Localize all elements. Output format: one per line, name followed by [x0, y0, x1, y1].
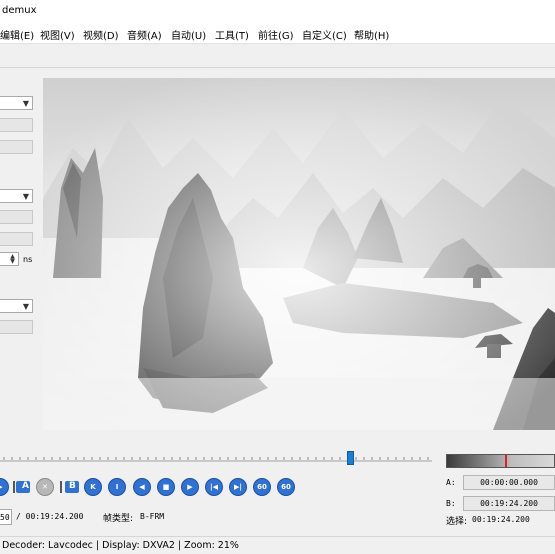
marker-a-label: A:: [446, 478, 456, 487]
menu-tools[interactable]: 工具(T): [215, 27, 249, 42]
current-time-input[interactable]: 50: [0, 509, 12, 525]
spin-unit-label: ns: [23, 255, 33, 264]
menu-edit[interactable]: 编辑(E): [0, 27, 34, 42]
marker-b-time: 00:19:24.200: [463, 496, 555, 511]
landscape-image: [43, 78, 555, 430]
chevron-down-icon: ▼: [22, 99, 29, 108]
prev-intra-icon[interactable]: I: [108, 478, 126, 496]
total-time: / 00:19:24.200: [16, 512, 84, 521]
menu-go[interactable]: 前往(G): [258, 27, 294, 42]
frame-type-label: 帧类型:: [103, 514, 134, 524]
shift-spinbox[interactable]: ▲ ▼: [0, 252, 19, 266]
menu-view[interactable]: 视图(V): [40, 27, 75, 42]
set-marker-a-button[interactable]: A: [12, 478, 34, 496]
output-format-combo[interactable]: ▼: [0, 299, 33, 313]
format-setting-field: [0, 320, 33, 334]
chevron-down-icon: ▼: [22, 192, 29, 201]
status-bar: Decoder: Lavcodec | Display: DXVA2 | Zoo…: [0, 536, 555, 554]
video-setting-field-1: [0, 118, 33, 132]
window-title: demux: [2, 5, 37, 16]
selection-label: 选择:: [446, 517, 468, 527]
status-text: Decoder: Lavcodec | Display: DXVA2 | Zoo…: [2, 540, 239, 551]
menu-help[interactable]: 帮助(H): [354, 27, 389, 42]
marker-b-label: B:: [446, 499, 456, 508]
menu-bar: 编辑(E) 视图(V) 视频(D) 音频(A) 自动(U) 工具(T) 前往(G…: [0, 22, 555, 44]
audio-output-combo[interactable]: ▼: [0, 189, 33, 203]
video-preview[interactable]: [43, 78, 555, 430]
spin-arrows-icon[interactable]: ▲ ▼: [8, 254, 17, 265]
frame-type-value: B-FRM: [140, 512, 165, 521]
marker-a-time: 00:00:00.000: [463, 475, 555, 490]
menu-video[interactable]: 视频(D): [83, 27, 119, 42]
video-setting-field-2: [0, 140, 33, 154]
forward-60-icon[interactable]: 60: [277, 478, 295, 496]
selection-bar[interactable]: [446, 454, 555, 468]
stop-icon[interactable]: ■: [157, 478, 175, 496]
audio-setting-field-1: [0, 210, 33, 224]
selection-marker: [505, 455, 507, 467]
audio-setting-field-2: [0, 232, 33, 246]
title-bar: demux: [0, 0, 555, 22]
reset-markers-icon[interactable]: ✕: [36, 478, 54, 496]
back-60-icon[interactable]: 60: [253, 478, 271, 496]
video-output-combo[interactable]: ▼: [0, 96, 33, 110]
prev-frame-icon[interactable]: ◀: [133, 478, 151, 496]
menu-auto[interactable]: 自动(U): [171, 27, 206, 42]
prev-keyframe-icon[interactable]: K: [84, 478, 102, 496]
set-marker-b-button[interactable]: B: [59, 478, 81, 496]
toolbar: [0, 44, 555, 68]
chevron-down-icon: ▼: [22, 302, 29, 311]
selection-duration: 00:19:24.200: [472, 515, 530, 524]
timeline-slider[interactable]: [0, 457, 432, 465]
menu-audio[interactable]: 音频(A): [127, 27, 162, 42]
menu-custom[interactable]: 自定义(C): [302, 27, 347, 42]
timeline-slider-handle[interactable]: [347, 451, 354, 465]
go-end-icon[interactable]: ▶|: [229, 478, 247, 496]
play-icon[interactable]: ▶: [0, 478, 9, 496]
go-start-icon[interactable]: |◀: [205, 478, 223, 496]
next-frame-icon[interactable]: ▶: [181, 478, 199, 496]
